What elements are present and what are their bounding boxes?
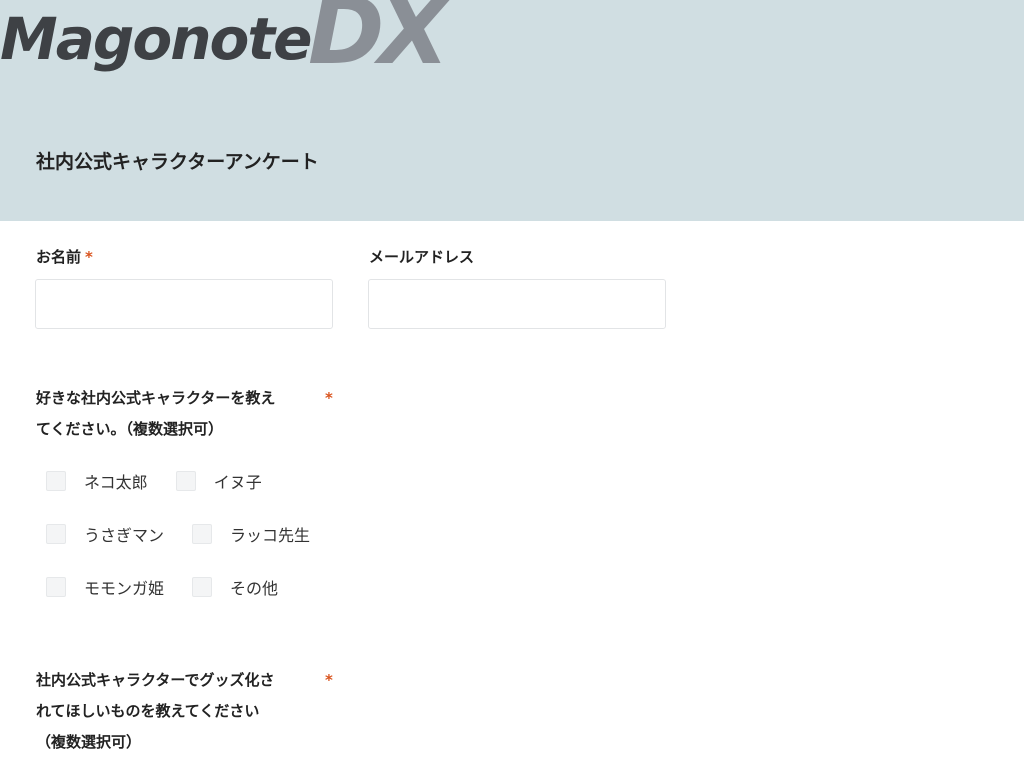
- email-label-text: メールアドレス: [369, 248, 475, 266]
- question-text-line: 社内公式キャラクターでグッズ化さ: [36, 671, 275, 689]
- required-mark: *: [85, 248, 93, 266]
- form-title: 社内公式キャラクターアンケート: [36, 151, 319, 173]
- brand-suffix: DX: [308, 0, 449, 85]
- required-mark: *: [325, 389, 333, 407]
- checkbox-option[interactable]: モモンガ姫: [46, 575, 164, 599]
- checkbox-label: モモンガ姫: [84, 579, 165, 598]
- question-text-line: てください。（複数選択可）: [36, 420, 224, 438]
- name-label: お名前 *: [36, 246, 93, 267]
- checkbox-option[interactable]: ラッコ先生: [192, 522, 310, 546]
- email-label: メールアドレス: [369, 246, 474, 267]
- checkbox-label: その他: [230, 579, 279, 598]
- brand-name: Magonote: [0, 5, 312, 73]
- checkbox[interactable]: [46, 471, 66, 491]
- checkbox[interactable]: [192, 577, 213, 597]
- checkbox-option[interactable]: その他: [192, 575, 278, 599]
- checkbox-row: ネコ太郎 イヌ子: [46, 470, 290, 492]
- checkbox-option[interactable]: イヌ子: [175, 469, 262, 493]
- form-header: Magonote DX 社内公式キャラクターアンケート: [0, 0, 1024, 221]
- checkbox-option[interactable]: ネコ太郎: [46, 469, 148, 493]
- checkbox-option[interactable]: うさぎマン: [46, 522, 164, 546]
- checkbox-label: イヌ子: [213, 473, 262, 492]
- question-favorite-character: 好きな社内公式キャラクターを教え てください。（複数選択可） *: [36, 383, 336, 445]
- checkbox-label: ネコ太郎: [84, 473, 148, 492]
- checkbox[interactable]: [46, 577, 66, 597]
- question-text-line: 好きな社内公式キャラクターを教え: [36, 389, 276, 407]
- question-text-line: れてほしいものを教えてください: [36, 702, 260, 720]
- question-goods-request: 社内公式キャラクターでグッズ化さ れてほしいものを教えてください （複数選択可）…: [36, 665, 336, 758]
- checkbox-label: うさぎマン: [84, 526, 165, 545]
- checkbox-row: うさぎマン ラッコ先生: [46, 523, 338, 545]
- question-text-line: （複数選択可）: [36, 733, 142, 751]
- brand-logo: Magonote DX: [0, 0, 470, 90]
- checkbox-label: ラッコ先生: [230, 526, 311, 545]
- email-input[interactable]: [368, 279, 666, 329]
- checkbox[interactable]: [46, 524, 66, 544]
- checkbox-row: モモンガ姫 その他: [46, 576, 306, 598]
- checkbox[interactable]: [175, 471, 196, 491]
- required-mark: *: [325, 671, 333, 689]
- checkbox[interactable]: [192, 524, 213, 544]
- name-label-text: お名前: [36, 248, 82, 266]
- name-input[interactable]: [35, 279, 333, 329]
